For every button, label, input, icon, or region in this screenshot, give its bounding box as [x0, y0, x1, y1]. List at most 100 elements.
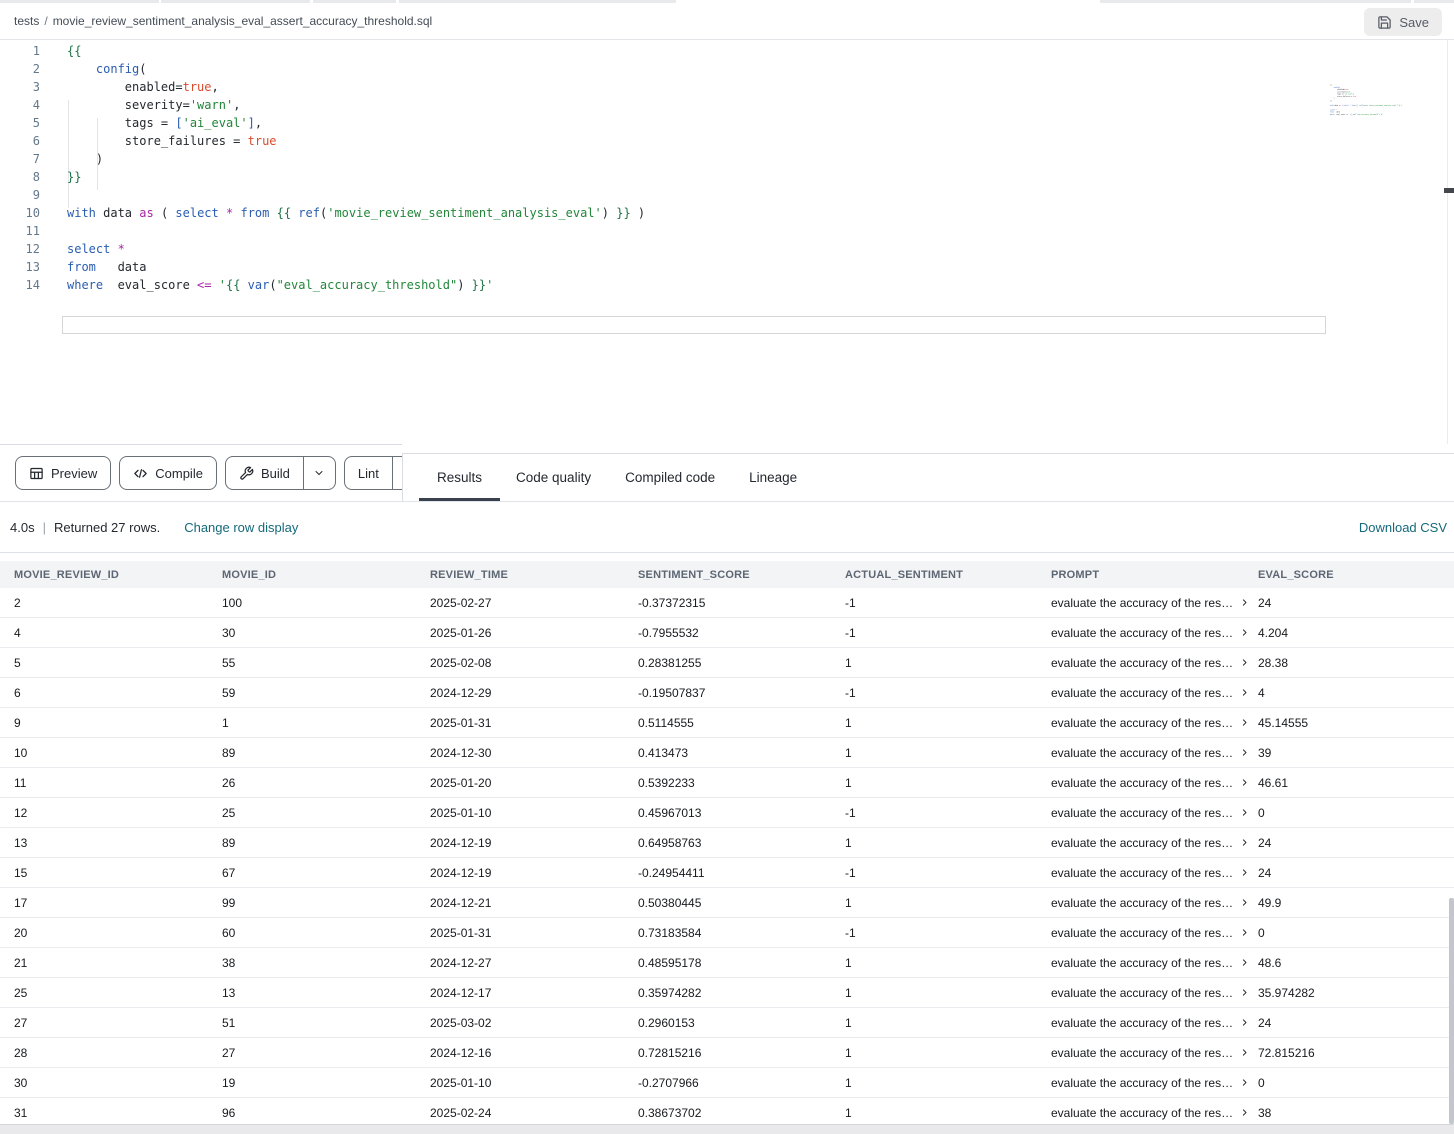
vertical-scrollbar-thumb[interactable] [1449, 898, 1454, 1124]
cell-sentiment_score: 0.28381255 [638, 656, 845, 670]
tab-label: Results [437, 470, 482, 485]
wrench-icon [239, 466, 254, 481]
breadcrumb-separator: / [44, 14, 47, 28]
table-row: 28272024-12-160.728152161evaluate the ac… [0, 1038, 1454, 1068]
cell-review_time: 2025-02-24 [430, 1106, 638, 1120]
save-button[interactable]: Save [1364, 8, 1442, 36]
code-line: {{ [67, 42, 645, 60]
expand-prompt-chevron-icon[interactable] [1240, 1048, 1249, 1057]
code-line: select * [67, 240, 645, 258]
cell-actual_sentiment: 1 [845, 716, 1051, 730]
expand-prompt-chevron-icon[interactable] [1240, 748, 1249, 757]
expand-prompt-chevron-icon[interactable] [1240, 838, 1249, 847]
expand-prompt-chevron-icon[interactable] [1240, 628, 1249, 637]
line-number: 14 [0, 276, 40, 294]
change-row-display-link[interactable]: Change row display [184, 520, 298, 535]
preview-button[interactable]: Preview [15, 456, 111, 490]
tab-results[interactable]: Results [437, 454, 482, 501]
editor-minimap[interactable]: {{ config( enabled=true, severity='warn'… [1330, 84, 1422, 124]
status-divider: | [43, 520, 46, 535]
code-editor[interactable]: 1234567891011121314 {{ config( enabled=t… [0, 40, 1454, 444]
cell-actual_sentiment: 1 [845, 656, 1051, 670]
expand-prompt-chevron-icon[interactable] [1240, 958, 1249, 967]
cell-eval_score: 28.38 [1258, 656, 1454, 670]
tab-label: Compiled code [625, 470, 715, 485]
cell-sentiment_score: 0.35974282 [638, 986, 845, 1000]
table-icon [29, 466, 44, 481]
expand-prompt-chevron-icon[interactable] [1240, 928, 1249, 937]
table-row: 5552025-02-080.283812551evaluate the acc… [0, 648, 1454, 678]
cell-sentiment_score: -0.2707966 [638, 1076, 845, 1090]
prompt-text: evaluate the accuracy of the res… [1051, 656, 1233, 670]
tab-code-quality[interactable]: Code quality [516, 454, 591, 501]
expand-prompt-chevron-icon[interactable] [1240, 1078, 1249, 1087]
line-number: 1 [0, 42, 40, 60]
cell-movie_review_id: 9 [14, 716, 222, 730]
tab-lineage[interactable]: Lineage [749, 454, 797, 501]
cell-movie_review_id: 12 [14, 806, 222, 820]
expand-prompt-chevron-icon[interactable] [1240, 718, 1249, 727]
cell-movie_id: 55 [222, 656, 430, 670]
cell-prompt: evaluate the accuracy of the res… [1051, 836, 1258, 850]
compile-button-label: Compile [155, 466, 203, 481]
code-line: ) [67, 150, 645, 168]
table-row: 25132024-12-170.359742821evaluate the ac… [0, 978, 1454, 1008]
prompt-text: evaluate the accuracy of the res… [1051, 1076, 1233, 1090]
cell-eval_score: 35.974282 [1258, 986, 1454, 1000]
table-row: 912025-01-310.51145551evaluate the accur… [0, 708, 1454, 738]
lint-button[interactable]: Lint [345, 457, 392, 489]
line-number: 6 [0, 132, 40, 150]
cell-movie_id: 30 [222, 626, 430, 640]
line-number: 5 [0, 114, 40, 132]
cell-sentiment_score: 0.413473 [638, 746, 845, 760]
cell-eval_score: 48.6 [1258, 956, 1454, 970]
expand-prompt-chevron-icon[interactable] [1240, 1108, 1249, 1117]
line-number: 2 [0, 60, 40, 78]
prompt-text: evaluate the accuracy of the res… [1051, 1106, 1233, 1120]
cell-sentiment_score: 0.50380445 [638, 896, 845, 910]
line-number: 11 [0, 222, 40, 240]
expand-prompt-chevron-icon[interactable] [1240, 778, 1249, 787]
code-line: severity='warn', [67, 96, 645, 114]
build-dropdown-toggle[interactable] [303, 457, 335, 489]
table-row: 4302025-01-26-0.7955532-1evaluate the ac… [0, 618, 1454, 648]
code-line: enabled=true, [67, 78, 645, 96]
code-line: where eval_score <= '{{ var("eval_accura… [67, 276, 645, 294]
expand-prompt-chevron-icon[interactable] [1240, 808, 1249, 817]
current-line-highlight [62, 316, 1326, 334]
cell-movie_review_id: 31 [14, 1106, 222, 1120]
prompt-text: evaluate the accuracy of the res… [1051, 866, 1233, 880]
expand-prompt-chevron-icon[interactable] [1240, 988, 1249, 997]
line-number: 12 [0, 240, 40, 258]
tab-compiled-code[interactable]: Compiled code [625, 454, 715, 501]
cell-prompt: evaluate the accuracy of the res… [1051, 716, 1258, 730]
table-row: 21382024-12-270.485951781evaluate the ac… [0, 948, 1454, 978]
table-body: 21002025-02-27-0.37372315-1evaluate the … [0, 588, 1454, 1124]
cell-eval_score: 4 [1258, 686, 1454, 700]
cell-movie_review_id: 20 [14, 926, 222, 940]
horizontal-scrollbar[interactable] [0, 1124, 1454, 1134]
expand-prompt-chevron-icon[interactable] [1240, 898, 1249, 907]
cell-movie_id: 26 [222, 776, 430, 790]
code-line: tags = ['ai_eval'], [67, 114, 645, 132]
cell-movie_id: 99 [222, 896, 430, 910]
expand-prompt-chevron-icon[interactable] [1240, 598, 1249, 607]
prompt-text: evaluate the accuracy of the res… [1051, 896, 1233, 910]
chevron-down-icon [313, 467, 325, 479]
expand-prompt-chevron-icon[interactable] [1240, 868, 1249, 877]
cell-prompt: evaluate the accuracy of the res… [1051, 806, 1258, 820]
cell-actual_sentiment: 1 [845, 836, 1051, 850]
cell-review_time: 2024-12-19 [430, 836, 638, 850]
expand-prompt-chevron-icon[interactable] [1240, 658, 1249, 667]
cell-eval_score: 24 [1258, 1016, 1454, 1030]
editor-scrollbar-marker[interactable] [1444, 188, 1454, 193]
expand-prompt-chevron-icon[interactable] [1240, 688, 1249, 697]
download-csv-link[interactable]: Download CSV [1359, 520, 1447, 535]
cell-eval_score: 24 [1258, 836, 1454, 850]
build-button[interactable]: Build [226, 457, 303, 489]
expand-prompt-chevron-icon[interactable] [1240, 1018, 1249, 1027]
cell-prompt: evaluate the accuracy of the res… [1051, 596, 1258, 610]
cell-prompt: evaluate the accuracy of the res… [1051, 746, 1258, 760]
cell-actual_sentiment: 1 [845, 1106, 1051, 1120]
compile-button[interactable]: Compile [119, 456, 217, 490]
